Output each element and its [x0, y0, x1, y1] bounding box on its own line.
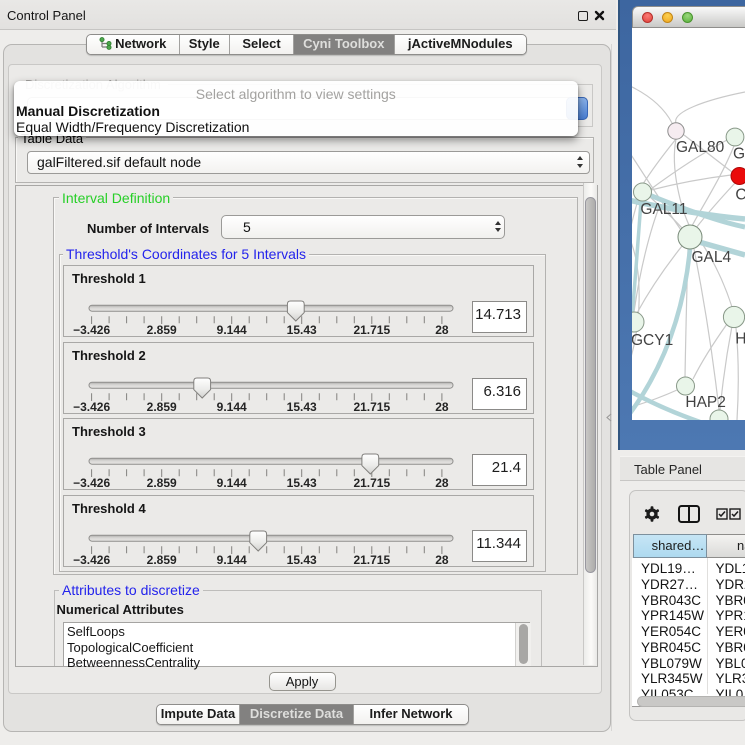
svg-text:GA: GA [733, 146, 745, 163]
svg-text:GAL4: GAL4 [692, 249, 732, 266]
svg-text:GCY1: GCY1 [632, 332, 673, 349]
svg-text:GAL11: GAL11 [640, 201, 687, 218]
svg-text:H: H [735, 331, 745, 348]
svg-text:GAL80: GAL80 [676, 139, 725, 156]
svg-text:HAP2: HAP2 [685, 394, 726, 411]
svg-text:C: C [735, 187, 745, 204]
